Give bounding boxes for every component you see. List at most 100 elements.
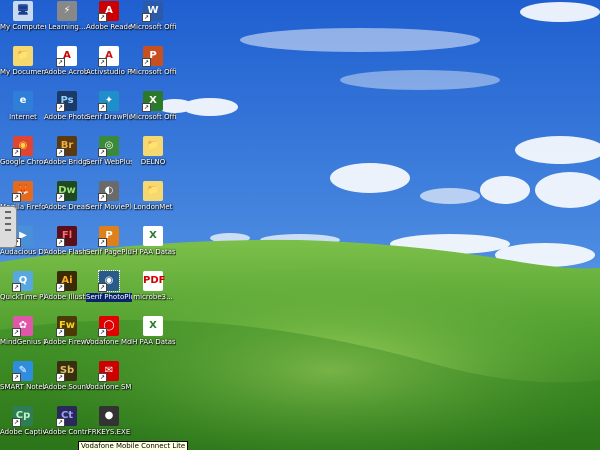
shortcut-arrow-icon: ↗: [98, 58, 107, 67]
desktop-icon[interactable]: P↗Serif PagePlus X4: [86, 226, 132, 257]
my-computer-icon: 🖥: [13, 1, 33, 21]
drawplus-icon: ✦ ↗: [98, 91, 119, 112]
icon-glyph: 📁: [143, 136, 163, 156]
desktop-icon[interactable]: Cp↗Adobe Captivate 3: [0, 406, 46, 437]
grip-line: [5, 211, 11, 213]
desktop-icon-label: IH PAA Dataset.Ma...: [130, 338, 176, 346]
desktop-icon-label: QuickTime Player: [0, 293, 46, 301]
desktop-icon-label: Google Chrome: [0, 158, 46, 166]
pdf-file-icon: PDF: [143, 271, 165, 291]
photoplus-icon: ◉ ↗: [98, 270, 120, 292]
shortcut-arrow-icon: ↗: [56, 328, 65, 337]
desktop-icon[interactable]: ◯↗Vodafone Mobile ...: [86, 316, 132, 347]
bridge-icon: Br ↗: [56, 136, 77, 157]
desktop-icon[interactable]: 📁 LondonMet: [130, 181, 176, 212]
desktop-icon[interactable]: ⚡ Learning...: [44, 1, 90, 32]
desktop-icon-label: Serif PhotoPlus X3: [86, 293, 132, 302]
shortcut-arrow-icon: ↗: [56, 238, 65, 247]
desktop-icon-label: Adobe Contrib...: [44, 428, 90, 436]
dreamweaver-icon: Dw ↗: [56, 181, 77, 202]
desktop-icon-label: Adobe Acrobat 9 Pro: [44, 68, 90, 76]
sidebar-handle[interactable]: [0, 206, 17, 248]
word-icon: W ↗: [142, 1, 163, 22]
desktop-icon[interactable]: ✎↗SMART Notebook 10: [0, 361, 46, 392]
desktop-icon[interactable]: ✿↗MindGenius Educatio...: [0, 316, 46, 347]
desktop-icon-label: Audacious DVD Suite: [0, 248, 46, 256]
desktop-icon-label: Adobe Dreamwea...: [44, 203, 90, 211]
frkeys-icon: ●: [99, 406, 119, 426]
shortcut-arrow-icon: ↗: [12, 418, 21, 427]
desktop-icon[interactable]: e Internet: [0, 91, 46, 122]
desktop-icon[interactable]: 📁 DELNO: [130, 136, 176, 167]
desktop-icon[interactable]: Fl↗Adobe Flash CS4 Prof...: [44, 226, 90, 257]
captivate-icon: Cp ↗: [12, 406, 33, 427]
shortcut-arrow-icon: ↗: [142, 103, 151, 112]
desktop-icon[interactable]: A↗Adobe Acrobat 9 Pro: [44, 46, 90, 77]
excel-file-icon: X: [143, 316, 163, 336]
desktop-icon-label: Adobe Captivate 3: [0, 428, 46, 436]
desktop-icon-label: Microsoft Office Ex...: [130, 113, 176, 121]
desktop-icon[interactable]: 🖥 My Computer: [0, 1, 46, 32]
excel-file-icon: X: [143, 226, 163, 246]
icon-glyph: X: [143, 316, 163, 336]
shortcut-arrow-icon: ↗: [12, 148, 21, 157]
desktop-icon[interactable]: ✦↗Serif DrawPlus X3: [86, 91, 132, 122]
desktop-icon[interactable]: ✉ ↗ Vodafone SMS: [86, 361, 132, 392]
icon-glyph: ⚡: [57, 1, 77, 21]
desktop-icon[interactable]: ◉↗Serif PhotoPlus X3: [86, 270, 132, 302]
desktop-icon[interactable]: W↗Microsoft Office W...: [130, 1, 176, 32]
grip-line: [5, 223, 11, 225]
desktop-icon-label: Vodafone Mobile ...: [86, 338, 132, 346]
shortcut-arrow-icon: ↗: [98, 373, 107, 382]
desktop-icon[interactable]: X↗Microsoft Office Ex...: [130, 91, 176, 122]
desktop-icon-label: Microsoft Office Po...: [130, 68, 176, 76]
soundbooth-icon: Sb ↗: [56, 361, 77, 382]
shortcut-arrow-icon: ↗: [98, 193, 107, 202]
desktop-icon-label: Serif PagePlus X4: [86, 248, 132, 256]
fireworks-icon: Fw ↗: [56, 316, 77, 337]
internet-explorer-icon: e: [13, 91, 33, 111]
icon-glyph: 🖥: [13, 1, 33, 21]
desktop-icon[interactable]: ● FRKEYS.EXE: [86, 406, 132, 437]
shortcut-arrow-icon: ↗: [98, 148, 107, 157]
folder-icon: 📁: [143, 181, 163, 201]
my-documents-icon: 📁: [13, 46, 33, 66]
shortcut-arrow-icon: ↗: [56, 373, 65, 382]
adobe-reader-icon: A ↗: [98, 1, 119, 22]
desktop-icon[interactable]: Ai↗Adobe Illustrator CS4: [44, 271, 90, 302]
desktop-icon-label: Activstudio Professio...: [86, 68, 132, 76]
desktop-icon[interactable]: Sb↗Adobe Soundbo...: [44, 361, 90, 392]
desktop-icon[interactable]: PDF microbe3...: [130, 271, 176, 302]
desktop-icon[interactable]: 📁 My Documents: [0, 46, 46, 77]
desktop-icon[interactable]: X IH PAA Dataset.Ma...: [130, 226, 176, 257]
desktop-icon[interactable]: Ct↗Adobe Contrib...: [44, 406, 90, 437]
desktop-icon[interactable]: ◎↗Serif WebPlus X4: [86, 136, 132, 167]
desktop-icon[interactable]: X IH PAA Dataset.Ma...: [130, 316, 176, 347]
desktop-icon[interactable]: ◐↗Serif MoviePlus X4: [86, 181, 132, 212]
desktop[interactable]: 🖥My Computer📁My DocumentseInternet◉↗Goog…: [0, 0, 600, 450]
desktop-icon[interactable]: ◉↗Google Chrome: [0, 136, 46, 167]
desktop-icon-label: Learning...: [48, 23, 86, 31]
desktop-icon-label: Adobe Reader 9: [86, 23, 132, 31]
desktop-icon[interactable]: A↗Adobe Reader 9: [86, 1, 132, 32]
desktop-icon[interactable]: Br↗Adobe Bridge CS4: [44, 136, 90, 167]
desktop-icon[interactable]: A↗Activstudio Professio...: [86, 46, 132, 77]
firefox-icon: 🦊 ↗: [12, 181, 33, 202]
desktop-icon[interactable]: Fw↗Adobe Fireworks CS4: [44, 316, 90, 347]
desktop-icon[interactable]: Q↗QuickTime Player: [0, 271, 46, 302]
desktop-icon-label: Serif DrawPlus X3: [86, 113, 132, 121]
excel-icon: X ↗: [142, 91, 163, 112]
shortcut-arrow-icon: ↗: [98, 103, 107, 112]
icon-glyph: ●: [99, 406, 119, 426]
pageplus-icon: P ↗: [98, 226, 119, 247]
desktop-icon[interactable]: Dw↗Adobe Dreamwea...: [44, 181, 90, 212]
flash-icon: Fl ↗: [56, 226, 77, 247]
desktop-icon-label: Adobe Photosh...: [44, 113, 90, 121]
shortcut-arrow-icon: ↗: [56, 283, 65, 292]
desktop-icon-label: Adobe Soundbo...: [44, 383, 90, 391]
desktop-icon[interactable]: P↗Microsoft Office Po...: [130, 46, 176, 77]
desktop-icon[interactable]: Ps↗Adobe Photosh...: [44, 91, 90, 122]
desktop-icon-label: SMART Notebook 10: [0, 383, 46, 391]
mindgenius-icon: ✿ ↗: [12, 316, 33, 337]
vodafone-mobile-icon: ◯ ↗: [98, 316, 119, 337]
